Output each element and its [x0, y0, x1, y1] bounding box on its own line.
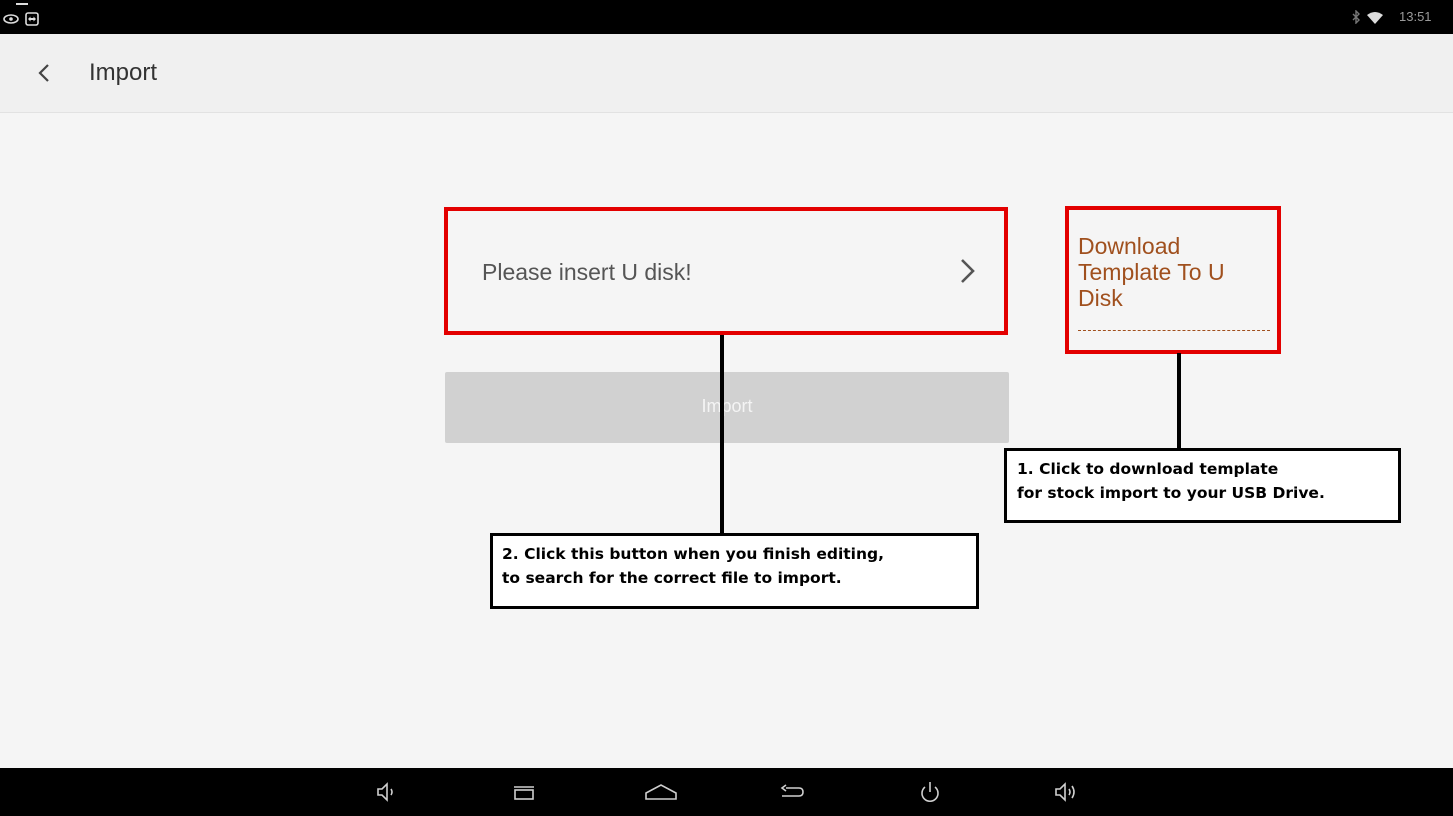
usb-status-text: Please insert U disk! — [482, 259, 692, 285]
back-icon — [780, 784, 804, 797]
download-template-highlight: Download Template To U Disk — [1065, 206, 1281, 354]
volume-up-button[interactable] — [1050, 778, 1082, 806]
power-icon — [921, 782, 939, 802]
link-underline — [1078, 330, 1270, 331]
home-button[interactable] — [642, 778, 680, 806]
volume-down-icon — [377, 782, 393, 802]
volume-down-button[interactable] — [370, 778, 402, 806]
power-button[interactable] — [914, 778, 946, 806]
teamviewer-icon — [25, 12, 39, 26]
recent-apps-icon — [514, 786, 534, 800]
callout-step-1-line-1: 1. Click to download template — [1017, 460, 1279, 478]
callout-step-1: 1. Click to download template for stock … — [1004, 448, 1401, 523]
callout-connector-1 — [1177, 353, 1181, 449]
page-title: Import — [89, 59, 158, 86]
callout-step-1-line-2: for stock import to your USB Drive. — [1017, 484, 1325, 502]
recent-apps-button[interactable] — [508, 778, 540, 806]
chevron-right-icon — [961, 259, 975, 283]
import-button[interactable]: Import — [445, 372, 1009, 443]
download-template-link[interactable]: Download Template To U Disk — [1078, 233, 1268, 311]
import-button-label: Import — [701, 396, 753, 416]
back-nav-button[interactable] — [776, 778, 808, 806]
wifi-icon — [1367, 12, 1383, 24]
chevron-left-icon — [38, 64, 49, 82]
back-button[interactable] — [28, 56, 62, 90]
callout-step-2: 2. Click this button when you finish edi… — [490, 533, 979, 609]
volume-up-icon — [1055, 782, 1075, 802]
callout-step-2-line-2: to search for the correct file to import… — [502, 569, 842, 587]
app-toolbar: Import — [0, 34, 1453, 113]
notification-indicator — [16, 3, 28, 5]
home-icon — [645, 784, 677, 800]
eye-icon — [3, 14, 19, 24]
callout-step-2-line-1: 2. Click this button when you finish edi… — [502, 545, 885, 563]
bluetooth-icon — [1352, 10, 1360, 24]
system-navigation-bar — [0, 768, 1453, 816]
usb-disk-selector[interactable]: Please insert U disk! — [444, 207, 1008, 335]
clock: 13:51 — [1399, 9, 1432, 24]
status-bar: 13:51 — [0, 0, 1453, 34]
callout-connector-2 — [720, 335, 724, 534]
